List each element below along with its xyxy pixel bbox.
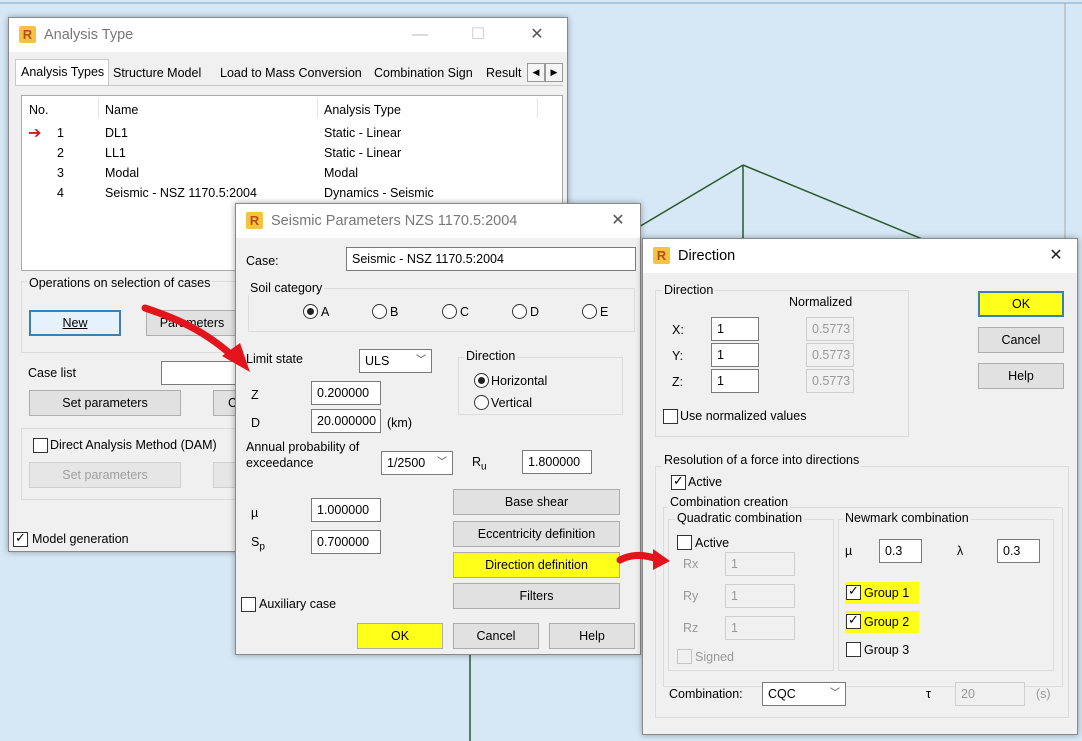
annotation-arrowhead-2 <box>653 549 670 570</box>
annotation-arrows <box>0 0 1082 741</box>
annotation-arrow-new-to-seismic <box>145 308 237 360</box>
